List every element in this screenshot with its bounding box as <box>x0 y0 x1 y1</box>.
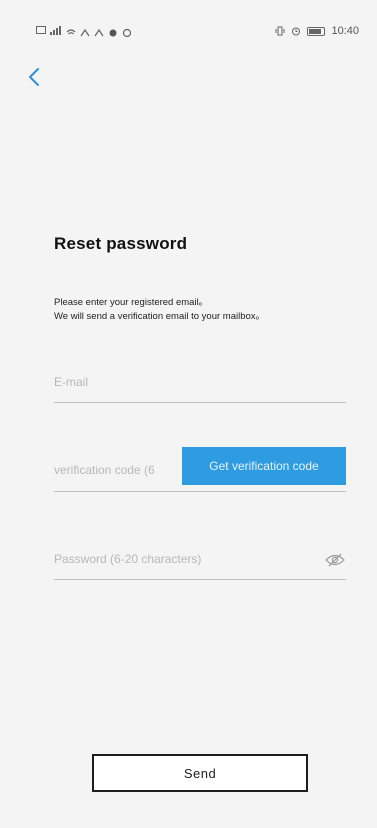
chevron-left-icon <box>29 68 39 86</box>
notification-icon <box>36 26 46 34</box>
vibrate-icon <box>275 26 285 36</box>
battery-icon <box>307 26 326 36</box>
password-input[interactable] <box>54 548 304 570</box>
back-button[interactable] <box>24 64 44 90</box>
status-right-icons: 10:40 <box>275 25 359 37</box>
description-line-2: We will send a verification email to you… <box>54 311 266 322</box>
email-input[interactable] <box>54 370 344 394</box>
send-button[interactable]: Send <box>92 754 308 792</box>
page-title: Reset password <box>54 234 188 253</box>
password-field <box>54 541 346 580</box>
get-verification-code-button[interactable]: Get verification code <box>182 447 346 485</box>
status-bar: 10:40 <box>0 0 377 50</box>
eye-off-icon[interactable] <box>324 549 346 571</box>
app-icon <box>80 25 90 37</box>
email-field <box>54 370 346 403</box>
signal-icon <box>50 25 62 35</box>
verification-code-field: Get verification code <box>54 447 346 492</box>
app-icon <box>94 25 104 37</box>
wifi-icon <box>66 25 76 37</box>
page-description: Please enter your registered email。 We w… <box>54 296 354 324</box>
ring-icon <box>122 25 132 38</box>
status-time: 10:40 <box>331 25 359 37</box>
status-left-icons <box>36 25 132 38</box>
verification-code-input[interactable] <box>54 459 178 481</box>
description-line-1: Please enter your registered email。 <box>54 297 209 308</box>
circle-icon <box>108 25 118 37</box>
alarm-icon <box>291 26 301 36</box>
